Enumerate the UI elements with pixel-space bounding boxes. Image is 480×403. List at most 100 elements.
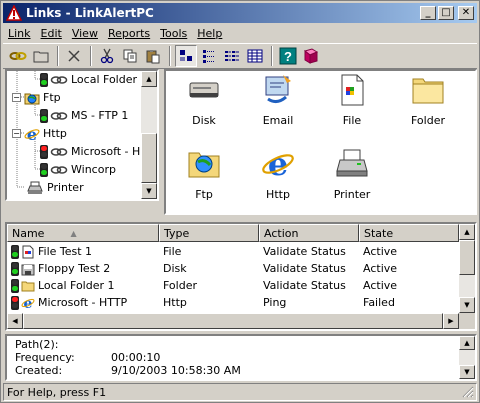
link-button[interactable] [7, 45, 29, 67]
toolbar-separator [57, 46, 59, 66]
folder-icon [21, 281, 35, 291]
collapse-icon[interactable]: − [12, 129, 21, 138]
toolbar-separator [90, 46, 92, 66]
pane-splitter[interactable] [3, 217, 477, 221]
row-action: Ping [263, 296, 287, 309]
menu-help-label: Help [197, 26, 223, 40]
detail-key: Path(2): [15, 338, 59, 351]
scroll-thumb[interactable] [141, 133, 157, 183]
minimize-button[interactable]: _ [420, 6, 436, 20]
scroll-up-button[interactable]: ▲ [141, 71, 157, 87]
maximize-button[interactable]: □ [438, 6, 454, 20]
tree-item-printer[interactable]: Printer [26, 179, 84, 196]
collapse-icon[interactable]: − [12, 93, 21, 102]
list-view-button[interactable] [221, 45, 243, 67]
tree-item[interactable]: Microsoft - H [40, 143, 140, 160]
status-ok-icon [11, 261, 19, 276]
link-icon [50, 75, 68, 84]
tree-item-http[interactable]: − e Http [12, 125, 67, 142]
detail-row: Frequency: 00:00:10 [15, 351, 160, 364]
tree-item-ftp[interactable]: − Ftp [12, 89, 61, 106]
icon-item[interactable]: File [314, 73, 390, 145]
scroll-thumb[interactable] [23, 313, 443, 329]
menu-tools[interactable]: Tools [155, 27, 192, 40]
icon-item[interactable]: Printer [314, 147, 390, 219]
book-button[interactable] [300, 45, 322, 67]
details-view-button[interactable] [244, 45, 266, 67]
ie-icon: e [21, 296, 35, 310]
detail-row: Created: 9/10/2003 10:58:30 AM [15, 364, 241, 377]
cut-button[interactable] [96, 45, 118, 67]
link-icon [50, 147, 68, 156]
icon-item[interactable]: e Http [240, 145, 316, 219]
icon-view[interactable]: Disk Email File Folder Ftp e Http Printe… [164, 69, 477, 215]
table-row[interactable]: Local Folder 1 Folder Validate Status Ac… [7, 277, 459, 294]
list-horizontal-scrollbar[interactable]: ◀ ▶ [7, 313, 459, 329]
tree-item[interactable]: Wincorp [40, 161, 116, 178]
icon-item[interactable]: Disk [166, 73, 242, 145]
scroll-down-button[interactable]: ▼ [459, 297, 475, 313]
tree-item[interactable]: MS - FTP 1 [40, 107, 128, 124]
scroll-down-button[interactable]: ▼ [141, 183, 157, 199]
menu-link[interactable]: Link [3, 27, 36, 40]
status-ok-icon [40, 162, 48, 177]
table-row[interactable]: e Microsoft - HTTP Http Ping Failed [7, 294, 459, 311]
detail-value: 9/10/2003 10:58:30 AM [111, 364, 241, 377]
menu-reports[interactable]: Reports [103, 27, 155, 40]
scroll-left-button[interactable]: ◀ [7, 313, 23, 329]
menu-help[interactable]: Help [192, 27, 227, 40]
detail-key: Frequency: [15, 351, 75, 364]
table-row[interactable]: File Test 1 File Validate Status Active [7, 243, 459, 260]
details-scrollbar[interactable]: ▲ ▼ [459, 336, 475, 379]
help-icon: ? [279, 47, 297, 65]
row-type: File [163, 245, 182, 258]
status-fail-icon [40, 144, 48, 159]
sort-ascending-icon: ▲ [70, 228, 77, 238]
scroll-thumb[interactable] [459, 240, 475, 275]
large-icons-button[interactable] [175, 45, 197, 67]
large-icons-icon [180, 50, 192, 61]
arrow-up-icon: ▲ [464, 339, 470, 347]
scroll-up-button[interactable]: ▲ [459, 224, 475, 240]
copy-button[interactable] [119, 45, 141, 67]
links-list[interactable]: Name ▲ Type Action State File Test 1 Fil… [5, 222, 477, 331]
row-state: Failed [363, 296, 395, 309]
menu-view-label: View [71, 26, 98, 40]
folder-icon [412, 78, 444, 104]
scroll-down-button[interactable]: ▼ [459, 365, 475, 379]
printer-icon [336, 149, 368, 177]
menu-edit[interactable]: Edit [36, 27, 67, 40]
column-header-type[interactable]: Type [159, 224, 259, 242]
tree-item[interactable]: Local Folder [40, 71, 137, 88]
delete-button[interactable] [63, 45, 85, 67]
column-header-action[interactable]: Action [259, 224, 359, 242]
title-bar[interactable]: Links - LinkAlertPC _ □ ✕ [3, 3, 477, 23]
scroll-right-button[interactable]: ▶ [443, 313, 459, 329]
table-row[interactable]: Floppy Test 2 Disk Validate Status Activ… [7, 260, 459, 277]
row-type: Folder [163, 279, 197, 292]
open-button[interactable] [30, 45, 52, 67]
list-scrollbar[interactable]: ▲ ▼ [459, 224, 475, 313]
help-button[interactable]: ? [277, 45, 299, 67]
small-icons-button[interactable] [198, 45, 220, 67]
tree-view[interactable]: Local Folder − Ftp MS - FTP 1 − e Http M… [5, 69, 159, 201]
menu-edit-label: Edit [40, 26, 62, 40]
close-button[interactable]: ✕ [458, 6, 474, 20]
svg-text:e: e [27, 126, 37, 142]
column-header-name[interactable]: Name ▲ [7, 224, 159, 242]
details-pane[interactable]: Path(2): Frequency: 00:00:10 Created: 9/… [5, 334, 477, 381]
icon-item[interactable]: Email [240, 73, 316, 145]
icon-item[interactable]: Ftp [166, 147, 242, 219]
scroll-up-button[interactable]: ▲ [459, 336, 475, 350]
column-header-state[interactable]: State [359, 224, 459, 242]
icon-label: Printer [333, 188, 371, 201]
close-icon: ✕ [461, 7, 471, 18]
tree-scrollbar[interactable]: ▲ ▼ [141, 71, 157, 199]
paste-button[interactable] [142, 45, 164, 67]
resize-grip-icon[interactable] [462, 386, 474, 398]
menu-view[interactable]: View [67, 27, 103, 40]
row-action: Validate Status [263, 262, 346, 275]
icon-item[interactable]: Folder [390, 73, 466, 145]
list-view-icon [225, 51, 239, 61]
small-icons-icon [203, 50, 214, 63]
